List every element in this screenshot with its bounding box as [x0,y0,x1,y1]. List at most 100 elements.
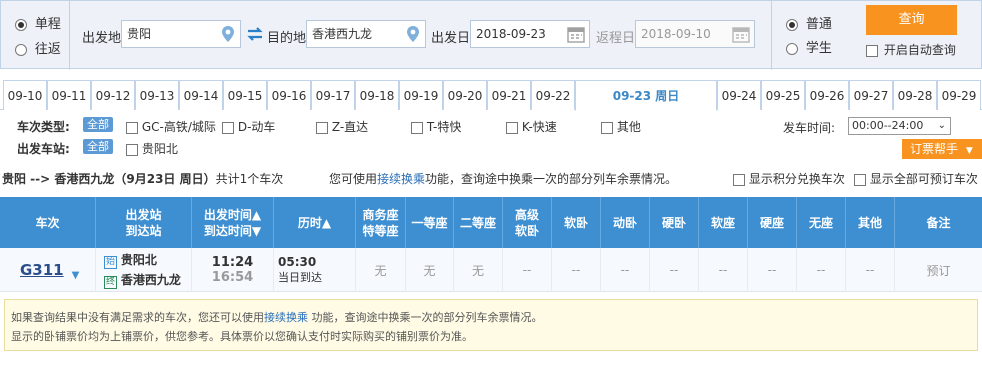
date-tab[interactable]: 09-22 [531,80,575,110]
seat-cell: -- [846,248,895,292]
train-no-cell[interactable]: G311 ▼ [0,248,96,292]
date-tab[interactable]: 09-24 [717,80,761,110]
col-soft-seat: 软座 [699,197,748,248]
swap-icon[interactable] [246,27,264,41]
date-tab-active[interactable]: 09-23 周日 [575,80,717,111]
trip-type-round-label: 往返 [34,42,61,57]
return-date-value: 2018-09-10 [641,27,711,41]
caret-down-icon: ▼ [965,146,973,156]
checkbox[interactable] [601,121,613,134]
radio-oneway[interactable] [15,18,27,31]
date-tab[interactable]: 09-13 [135,80,179,110]
train-type-all-button[interactable]: 全部 [83,117,113,132]
seat-cell: -- [699,248,748,292]
filter-option[interactable]: K-快速 [506,118,557,135]
checkbox[interactable] [506,121,518,134]
depart-time-select[interactable]: 00:00--24:00 ⌄ [848,117,951,135]
date-tab[interactable]: 09-11 [47,80,91,110]
date-tab[interactable]: 09-28 [893,80,937,110]
date-tab[interactable]: 09-20 [443,80,487,110]
show-all-toggle[interactable]: 显示全部可预订车次 [854,170,978,187]
table-row: G311 ▼ 始 贵阳北 终 香港西九龙 11:24 16:54 05:30 当… [0,248,982,292]
filter-option[interactable]: T-特快 [411,118,461,135]
checkbox[interactable] [126,143,138,156]
passenger-type-normal[interactable]: 普通 [786,13,832,32]
auto-query-checkbox[interactable] [866,44,878,57]
from-label: 出发地 [82,31,122,46]
caret-down-icon[interactable]: ▼ [72,270,80,281]
col-times[interactable]: 出发时间▲ 到达时间▼ [192,197,274,248]
filter-option[interactable]: Z-直达 [316,118,368,135]
transfer-link[interactable]: 接续换乘 [264,311,308,324]
date-tab[interactable]: 09-21 [487,80,531,110]
date-tab[interactable]: 09-27 [849,80,893,110]
passenger-type-student[interactable]: 学生 [786,37,832,56]
to-value: 香港西九龙 [312,27,373,41]
date-tab[interactable]: 09-10 [3,80,47,110]
col-label: 软卧 [563,215,588,230]
arrive-time: 16:54 [211,270,254,285]
divider [771,1,772,70]
depart-station-filter: 出发车站: [17,140,70,157]
seat-cell: -- [552,248,601,292]
notice-line-2: 显示的卧铺票价均为上铺票价，供您参考。具体票价以您确认支付时实际购买的铺别票价为… [11,330,473,343]
radio-student[interactable] [786,42,798,55]
location-pin-icon[interactable] [406,25,420,43]
date-tab[interactable]: 09-15 [223,80,267,110]
radio-normal[interactable] [786,18,798,31]
auto-query-toggle[interactable]: 开启自动查询 [866,41,956,58]
col-label: 商务座 [362,207,399,222]
date-tab[interactable]: 09-16 [267,80,311,110]
date-tab[interactable]: 09-29 [937,80,981,110]
depart-station-all-button[interactable]: 全部 [83,139,113,154]
query-button[interactable]: 查询 [866,5,957,35]
date-tab[interactable]: 09-26 [805,80,849,110]
origin-badge: 始 [104,256,117,269]
filter-option-label: T-特快 [426,120,462,134]
col-deluxe-soft-sleeper: 高级 软卧 [503,197,552,248]
seat-cell: -- [601,248,650,292]
col-label: 特等座 [362,223,399,238]
date-tab[interactable]: 09-14 [179,80,223,110]
col-duration[interactable]: 历时▲ [274,197,356,248]
checkbox[interactable] [222,121,234,134]
col-other: 其他 [846,197,895,248]
trip-type-oneway[interactable]: 单程 [15,13,61,32]
checkbox[interactable] [411,121,423,134]
show-all-checkbox[interactable] [854,173,866,186]
col-label: 到达站 [125,223,162,238]
location-pin-icon[interactable] [221,25,235,43]
trip-type-round[interactable]: 往返 [15,38,61,57]
transfer-link[interactable]: 接续换乘 [377,172,425,186]
points-exchange-checkbox[interactable] [733,173,745,186]
filter-option[interactable]: D-动车 [222,118,275,135]
booking-helper-button[interactable]: 订票帮手 ▼ [902,139,982,159]
book-button[interactable]: 预订 [926,262,950,279]
train-no[interactable]: G311 [20,261,64,279]
date-tab[interactable]: 09-12 [91,80,135,110]
date-tab[interactable]: 09-19 [399,80,443,110]
show-all-label: 显示全部可预订车次 [869,172,978,186]
date-tab[interactable]: 09-17 [311,80,355,110]
route-hint-prefix: 您可使用 [329,172,378,186]
checkbox[interactable] [316,121,328,134]
radio-round[interactable] [15,43,27,56]
col-stations: 出发站 到达站 [96,197,192,248]
filter-option[interactable]: 贵阳北 [126,140,178,157]
filter-option[interactable]: 其他 [601,118,641,135]
terminal-badge: 终 [104,276,117,289]
duration-cell: 05:30 当日到达 [274,248,356,292]
notice-line-1: 如果查询结果中没有满足需求的车次，您还可以使用接续换乘 功能，查询途中换乘一次的… [11,308,971,327]
date-tab[interactable]: 09-25 [761,80,805,110]
route-summary: 贵阳 --> 香港西九龙（9月23日 周日）共计1个车次 [2,170,283,187]
col-label: 无座 [808,215,833,230]
filter-option[interactable]: GC-高铁/城际 [126,118,216,135]
col-business: 商务座 特等座 [356,197,406,248]
seat-cell: 无 [454,248,503,292]
calendar-icon[interactable] [567,25,585,43]
checkbox[interactable] [126,121,138,134]
seat-cell: 无 [356,248,406,292]
date-tab[interactable]: 09-18 [355,80,399,110]
points-exchange-toggle[interactable]: 显示积分兑换车次 [733,170,845,187]
calendar-icon[interactable] [732,25,750,43]
